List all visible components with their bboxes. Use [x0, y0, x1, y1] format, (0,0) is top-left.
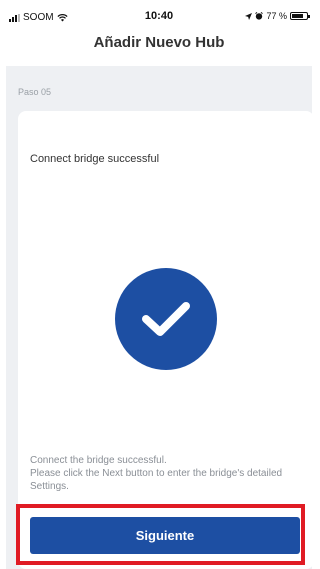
- status-bar: SOOM 10:40 77 %: [0, 0, 318, 30]
- location-arrow-icon: [245, 12, 253, 20]
- battery-fill: [292, 14, 303, 18]
- next-button[interactable]: Siguiente: [30, 517, 300, 554]
- battery-icon: [290, 12, 310, 20]
- card-description: Connect the bridge successful. Please cl…: [30, 455, 283, 492]
- alarm-icon: [255, 12, 264, 20]
- checkmark-icon: [142, 302, 190, 336]
- step-label: Paso 05: [18, 87, 52, 97]
- checkmark-circle-icon: [115, 268, 217, 370]
- page-title: Añadir Nuevo Hub: [93, 34, 225, 51]
- card-title: Connect bridge successful: [30, 153, 160, 165]
- status-right-group: 77 %: [245, 11, 310, 21]
- battery-percent: 77 %: [266, 11, 287, 21]
